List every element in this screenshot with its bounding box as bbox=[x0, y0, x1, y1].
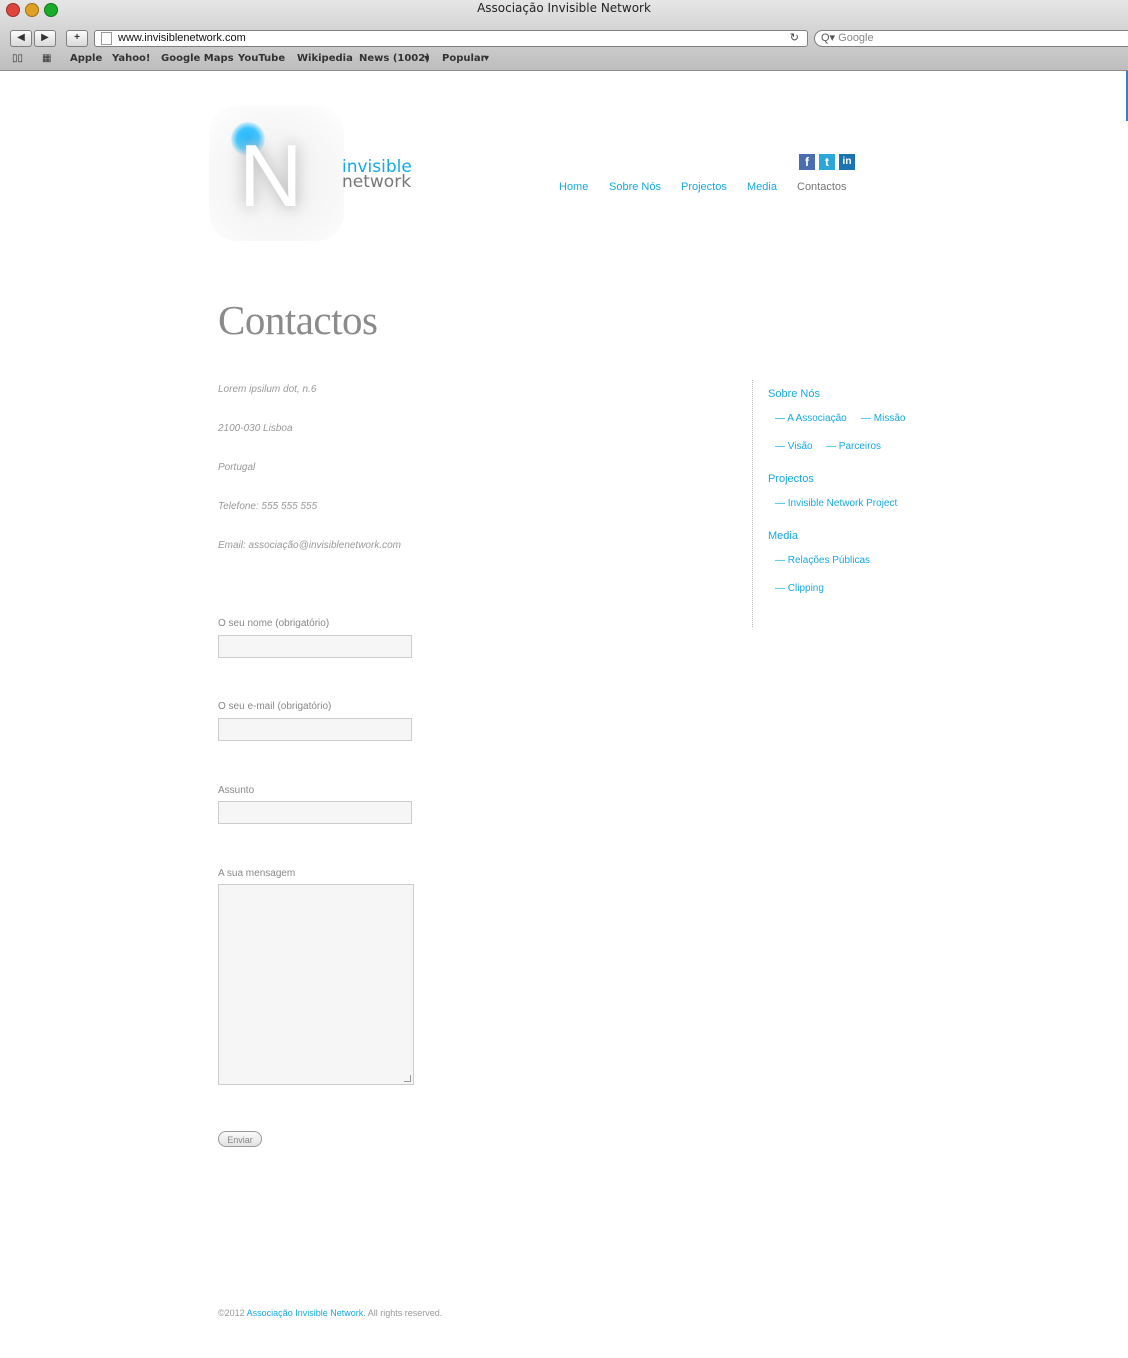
subject-label: Assunto bbox=[218, 785, 255, 796]
bookmark-news[interactable]: News (1002) bbox=[359, 51, 430, 67]
sidebar-link-parceiros[interactable]: — Parceiros bbox=[826, 441, 881, 452]
address-line-country: Portugal bbox=[218, 462, 256, 473]
address-line-city: 2100-030 Lisboa bbox=[218, 423, 293, 434]
nav-sobre-nos[interactable]: Sobre Nós bbox=[609, 181, 661, 193]
url-text: www.invisiblenetwork.com bbox=[118, 32, 246, 44]
back-button[interactable]: ◀ bbox=[10, 30, 32, 47]
logo-letter: N bbox=[239, 126, 303, 225]
footer-copyright: ©2012 bbox=[218, 1308, 247, 1318]
browser-chrome: Associação Invisible Network ◀ ▶ + www.i… bbox=[0, 0, 1128, 71]
footer-link[interactable]: Associação Invisible Network bbox=[247, 1308, 364, 1318]
search-field[interactable]: Q▾ Google bbox=[814, 30, 1128, 47]
window-title: Associação Invisible Network bbox=[477, 1, 651, 15]
top-sites-grid-icon[interactable]: ▦ bbox=[42, 51, 51, 67]
twitter-icon[interactable]: t bbox=[819, 154, 835, 170]
submit-button[interactable]: Enviar bbox=[218, 1131, 262, 1147]
search-icon: Q▾ bbox=[821, 32, 836, 44]
reload-icon[interactable]: ↻ bbox=[790, 31, 799, 46]
message-label: A sua mensagem bbox=[218, 868, 296, 879]
sidebar-link-clipping[interactable]: — Clipping bbox=[775, 583, 824, 594]
name-input[interactable] bbox=[218, 635, 412, 658]
browser-toolbar: ◀ ▶ + www.invisiblenetwork.com ↻ Q▾ Goog… bbox=[0, 28, 1128, 48]
bookmark-news-chevron-icon[interactable]: ▾ bbox=[424, 51, 429, 67]
email-input[interactable] bbox=[218, 718, 412, 741]
name-label: O seu nome (obrigatório) bbox=[218, 618, 330, 629]
address-line-street: Lorem ipsilum dot, n.6 bbox=[218, 384, 317, 395]
sidebar: Sobre Nós — A Associação — Missão — Visã… bbox=[752, 380, 923, 627]
address-line-phone: Telefone: 555 555 555 bbox=[218, 501, 318, 512]
bookmark-popular-chevron-icon[interactable]: ▾ bbox=[484, 51, 489, 67]
page-title: Contactos bbox=[218, 297, 378, 343]
sidebar-link-missao[interactable]: — Missão bbox=[861, 413, 905, 424]
zoom-window-button[interactable] bbox=[44, 3, 58, 17]
site-logo[interactable]: N bbox=[209, 106, 344, 241]
sidebar-link-visao[interactable]: — Visão bbox=[775, 441, 813, 452]
nav-projectos[interactable]: Projectos bbox=[681, 181, 727, 193]
footer: ©2012 Associação Invisible Network. All … bbox=[218, 1308, 442, 1318]
bookmark-wikipedia[interactable]: Wikipedia bbox=[297, 51, 353, 67]
page-icon bbox=[101, 32, 112, 45]
search-placeholder: Google bbox=[838, 32, 874, 44]
minimize-window-button[interactable] bbox=[25, 3, 39, 17]
bookmark-google-maps[interactable]: Google Maps bbox=[161, 51, 234, 67]
nav-home[interactable]: Home bbox=[559, 181, 588, 193]
close-window-button[interactable] bbox=[6, 3, 20, 17]
sidebar-link-invisible-network-project[interactable]: — Invisible Network Project bbox=[775, 498, 897, 509]
nav-contactos[interactable]: Contactos bbox=[797, 181, 847, 193]
linkedin-icon[interactable]: in bbox=[839, 154, 855, 170]
email-label: O seu e-mail (obrigatório) bbox=[218, 701, 332, 712]
brand-line-2: network bbox=[342, 172, 412, 192]
bookmark-youtube[interactable]: YouTube bbox=[238, 51, 285, 67]
window-controls bbox=[6, 3, 58, 17]
social-links: f t in bbox=[799, 154, 855, 170]
address-bar[interactable]: www.invisiblenetwork.com ↻ bbox=[94, 30, 808, 47]
add-bookmark-button[interactable]: + bbox=[66, 30, 88, 47]
message-textarea[interactable] bbox=[218, 884, 414, 1085]
bookmark-popular[interactable]: Popular bbox=[442, 51, 486, 67]
bookmark-apple[interactable]: Apple bbox=[70, 51, 102, 67]
forward-button[interactable]: ▶ bbox=[34, 30, 56, 47]
facebook-icon[interactable]: f bbox=[799, 154, 815, 170]
bookmark-yahoo[interactable]: Yahoo! bbox=[112, 51, 151, 67]
bookmarks-book-icon[interactable]: ▯▯ bbox=[12, 51, 23, 67]
nav-media[interactable]: Media bbox=[747, 181, 777, 193]
sidebar-heading-projectos[interactable]: Projectos bbox=[768, 473, 814, 485]
footer-rights: . All rights reserved. bbox=[363, 1308, 443, 1318]
sidebar-heading-media[interactable]: Media bbox=[768, 530, 798, 542]
address-line-email: Email: associação@invisiblenetwork.com bbox=[218, 540, 401, 551]
subject-input[interactable] bbox=[218, 801, 412, 824]
sidebar-link-associacao[interactable]: — A Associação bbox=[775, 413, 847, 424]
sidebar-heading-sobre-nos[interactable]: Sobre Nós bbox=[768, 388, 820, 400]
brand-name[interactable]: invisible network bbox=[342, 159, 412, 192]
sidebar-link-relacoes-publicas[interactable]: — Relações Públicas bbox=[775, 555, 870, 566]
